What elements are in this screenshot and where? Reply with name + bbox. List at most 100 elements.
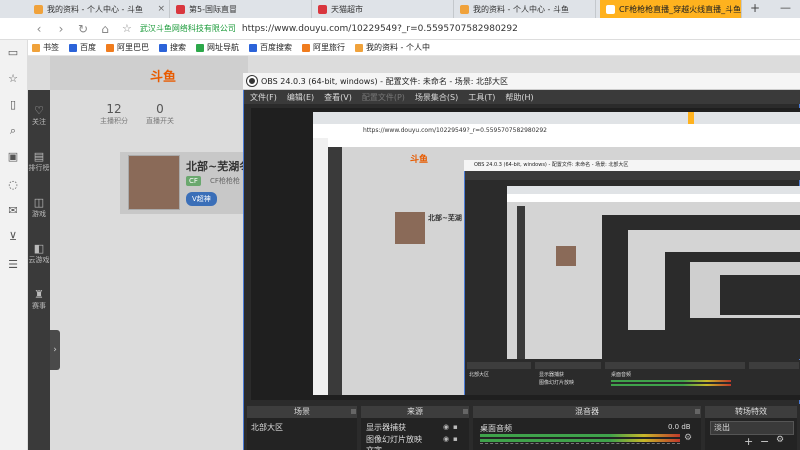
nested-anchor-avatar — [395, 212, 425, 244]
bookmark-label: 搜索 — [170, 43, 186, 52]
window-icon[interactable]: ▭ — [6, 46, 20, 60]
nav-label: 排行榜 — [28, 164, 50, 172]
bookmark-item[interactable]: 书签 — [32, 42, 59, 53]
douyu-nav-games[interactable]: ◫ 游戏 — [28, 196, 50, 219]
nested-tab-bar — [313, 112, 800, 124]
browser-tab-active[interactable]: CF枪枪枪直播_穿越火线直播_斗鱼直播 — [600, 0, 742, 18]
douyu-header — [50, 56, 248, 90]
site-identity-badge[interactable]: 武汉斗鱼网络科技有限公司 — [140, 23, 236, 34]
dock-float-icon[interactable] — [351, 409, 356, 414]
nav-label: 赛事 — [32, 302, 46, 310]
obs-logo-icon — [247, 76, 257, 86]
menu-tools[interactable]: 工具(T) — [468, 92, 495, 103]
vip-badge: V超神 — [186, 192, 217, 206]
cart-icon[interactable]: ⊻ — [6, 230, 20, 244]
douyu-logo[interactable]: 斗鱼 — [150, 66, 194, 85]
transition-select[interactable]: 淡出 — [710, 421, 794, 435]
back-button[interactable]: ‹ — [28, 22, 50, 36]
bookmark-item[interactable]: 百度搜索 — [249, 42, 292, 53]
browser-tab[interactable]: 我的资料 - 个人中心 - 斗鱼 — [454, 0, 596, 18]
star-icon[interactable]: ☆ — [6, 72, 20, 86]
new-tab-button[interactable]: + — [748, 0, 762, 18]
nested-sources-header — [535, 362, 601, 369]
nested-obs-window-4 — [720, 275, 800, 315]
gear-icon[interactable]: ⚙ — [684, 433, 692, 443]
browser-sidebar: ▭ ☆ ▯ ⌕ ▣ ◌ ✉ ⊻ ☰ — [0, 40, 28, 450]
menu-file[interactable]: 文件(F) — [250, 92, 277, 103]
menu-view[interactable]: 查看(V) — [324, 92, 352, 103]
search-icon — [159, 43, 167, 52]
list-icon[interactable]: ☰ — [6, 258, 20, 272]
browser-tab[interactable]: 我的资料 - 个人中心 - 斗鱼 × — [28, 0, 170, 18]
nav-label: 关注 — [32, 118, 46, 126]
remove-transition-button[interactable]: − — [760, 435, 769, 448]
navigation-icon — [196, 43, 204, 52]
visibility-eye-icon[interactable]: ◉ — [443, 423, 449, 431]
address-bar[interactable]: 武汉斗鱼网络科技有限公司 https://www.douyu.com/10229… — [140, 23, 518, 34]
nested-obs-docks: 北部大区 显示器捕获 图像幻灯片放映 桌面音频 — [465, 360, 800, 395]
menu-edit[interactable]: 编辑(E) — [287, 92, 314, 103]
lock-icon[interactable]: ▪ — [453, 435, 458, 443]
anchor-name[interactable]: 北部~芜湖冬 — [186, 158, 250, 174]
bookmark-item[interactable]: 阿里巴巴 — [106, 42, 149, 53]
add-transition-button[interactable]: + — [744, 435, 753, 448]
game-badge-text: CF枪枪枪 — [210, 177, 240, 185]
nested-transition-header — [749, 362, 799, 369]
douyu-nav-cloud-games[interactable]: ◧ 云游戏 — [28, 242, 50, 265]
browser-tab[interactable]: 天猫超市 — [312, 0, 454, 18]
bookmarks-bar: 书签 百度 阿里巴巴 搜索 网址导航 百度搜索 阿里旅行 我的资料 - 个人中 — [28, 40, 800, 56]
mail-icon[interactable]: ✉ — [6, 204, 20, 218]
douyu-favicon-icon — [355, 43, 363, 52]
reload-button[interactable]: ↻ — [72, 22, 94, 36]
scene-item[interactable]: 北部大区 — [251, 422, 283, 433]
audio-meter — [480, 434, 680, 437]
douyu-nav-events[interactable]: ♜ 赛事 — [28, 288, 50, 311]
douyu-nav-ranking[interactable]: ▤ 排行榜 — [28, 150, 50, 173]
bookmark-item[interactable]: 搜索 — [159, 42, 186, 53]
tab-title: 我的资料 - 个人中心 - 斗鱼 — [47, 4, 143, 14]
nested-avatar-2 — [556, 246, 576, 266]
url-text[interactable]: https://www.douyu.com/10229549?_r=0.5595… — [242, 24, 518, 34]
forward-button[interactable]: › — [50, 22, 72, 36]
nested-anchor-name: 北部~芜湖 — [428, 214, 462, 222]
menu-scene-collection[interactable]: 场景集合(S) — [415, 92, 458, 103]
browser-tab[interactable]: 第5-国际直冒 — [170, 0, 312, 18]
dock-float-icon[interactable] — [695, 409, 700, 414]
gamepad-icon: ◫ — [33, 196, 45, 209]
tab-title: 第5-国际直冒 — [189, 4, 237, 14]
transition-settings-gear-icon[interactable]: ⚙ — [776, 435, 784, 445]
source-item[interactable]: 文字 — [366, 445, 382, 450]
video-icon[interactable]: ▣ — [6, 150, 20, 164]
minimize-window-button[interactable]: — — [780, 0, 791, 16]
bookmark-item[interactable]: 我的资料 - 个人中 — [355, 42, 430, 53]
source-item[interactable]: 图像幻灯片放映 — [366, 434, 422, 445]
bookmark-item[interactable]: 阿里旅行 — [302, 42, 345, 53]
bookmark-item[interactable]: 网址导航 — [196, 42, 239, 53]
home-button[interactable]: ⌂ — [94, 22, 116, 36]
nested-active-tab — [688, 112, 694, 124]
anchor-avatar[interactable] — [128, 155, 180, 210]
close-tab-icon[interactable]: × — [157, 4, 165, 14]
obs-title-bar: OBS 24.0.3 (64-bit, windows) - 配置文件: 未命名… — [243, 73, 800, 90]
nested-bookmarks-bar — [328, 138, 800, 147]
menu-help[interactable]: 帮助(H) — [505, 92, 533, 103]
nested-scenes-header — [467, 362, 531, 369]
bookmark-item[interactable]: 百度 — [69, 42, 96, 53]
source-item[interactable]: 显示器捕获 — [366, 422, 406, 433]
bookmark-star-icon[interactable]: ☆ — [122, 22, 132, 35]
douyu-favicon-icon — [460, 4, 469, 14]
lock-icon[interactable]: ▪ — [453, 423, 458, 431]
douyu-nav-follow[interactable]: ♡ 关注 — [28, 104, 50, 127]
visibility-eye-icon[interactable]: ◉ — [443, 435, 449, 443]
sources-dock-header: 来源 — [361, 406, 469, 418]
collapse-handle[interactable]: › — [50, 330, 60, 370]
book-icon[interactable]: ▯ — [6, 98, 20, 112]
bookmark-label: 阿里巴巴 — [117, 43, 149, 52]
stat-number: 12 — [106, 102, 122, 116]
search-icon[interactable]: ⌕ — [6, 124, 20, 138]
nested-sidebar — [313, 138, 328, 395]
dock-float-icon[interactable] — [463, 409, 468, 414]
menu-profile[interactable]: 配置文件(P) — [362, 92, 405, 103]
chat-icon[interactable]: ◌ — [6, 178, 20, 192]
nested-nav-bar: https://www.douyu.com/10229549?_r=0.5595… — [313, 124, 800, 138]
